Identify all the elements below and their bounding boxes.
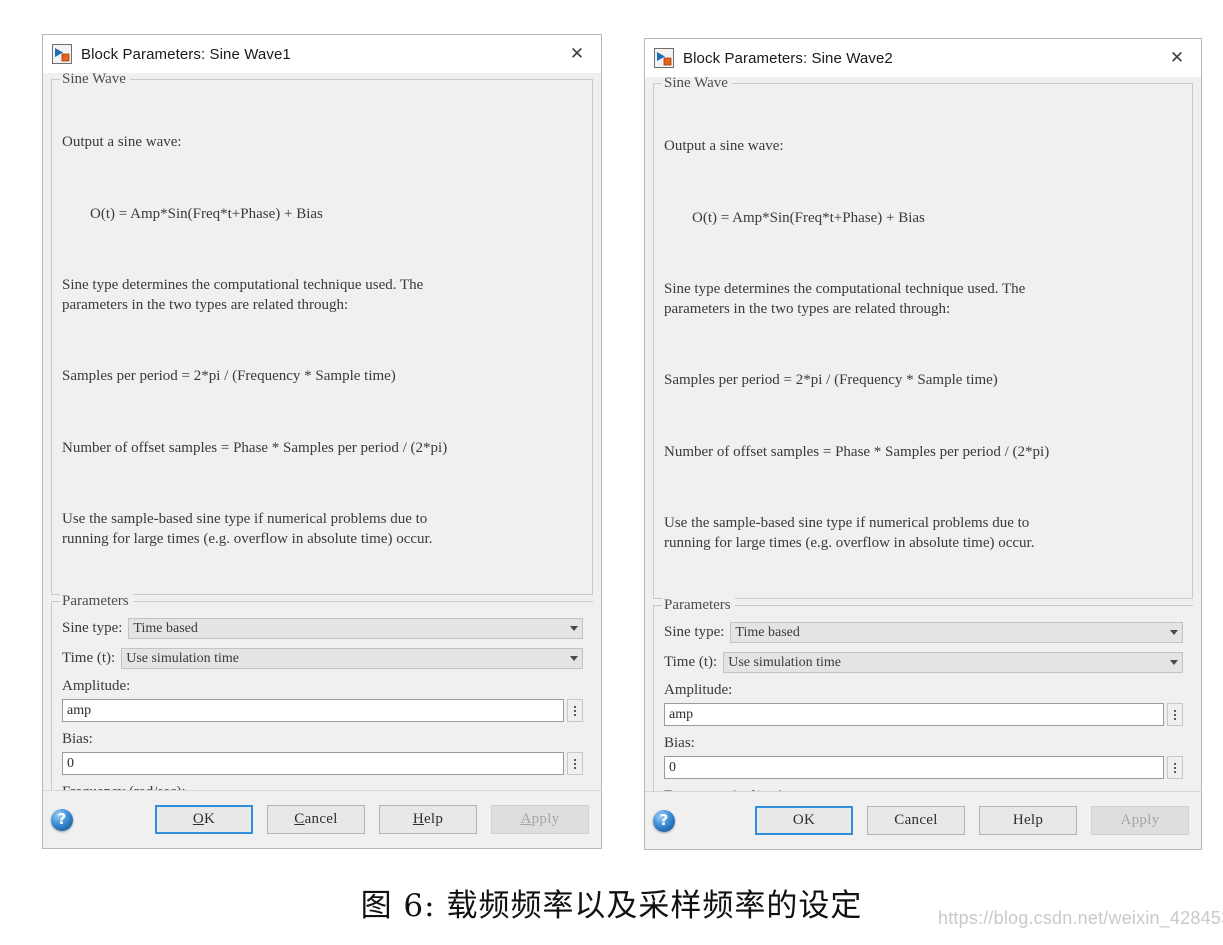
- time-t-value: Use simulation time: [126, 650, 239, 666]
- amplitude-label: Amplitude:: [664, 682, 733, 698]
- sine-type-label: Sine type:: [62, 620, 123, 636]
- amplitude-row: amp: [664, 703, 1183, 726]
- ok-button[interactable]: OK: [755, 806, 853, 835]
- help-question-icon[interactable]: ?: [653, 809, 675, 832]
- sine-wave-description-group: Sine Wave Output a sine wave: O(t) = Amp…: [51, 73, 593, 595]
- bias-stepper-icon[interactable]: [567, 752, 583, 775]
- dialog-title: Block Parameters: Sine Wave1: [81, 45, 291, 63]
- dialog-footer: ? OK Cancel Help Apply: [43, 790, 601, 848]
- bias-input[interactable]: 0: [664, 756, 1164, 779]
- desc-line-3: Sine type determines the computational t…: [62, 277, 424, 313]
- cancel-button[interactable]: Cancel: [267, 805, 365, 834]
- description-content: Output a sine wave: O(t) = Amp*Sin(Freq*…: [654, 84, 1192, 594]
- apply-mnemonic: A: [520, 811, 532, 827]
- sine-type-value: Time based: [735, 624, 800, 640]
- sine-type-value: Time based: [133, 620, 198, 636]
- description-group-title: Sine Wave: [662, 77, 732, 92]
- cancel-mnemonic: C: [294, 811, 305, 827]
- footer-buttons: OK Cancel Help Apply: [675, 806, 1191, 835]
- watermark-text: https://blog.csdn.net/weixin_42845306: [938, 908, 1223, 928]
- desc-line-6: Use the sample-based sine type if numeri…: [62, 511, 433, 547]
- bias-row: 0: [62, 752, 583, 775]
- dialog-title: Block Parameters: Sine Wave2: [683, 49, 893, 67]
- ok-mnemonic: O: [192, 811, 204, 827]
- desc-line-5: Number of offset samples = Phase * Sampl…: [62, 439, 448, 456]
- desc-line-2: O(t) = Amp*Sin(Freq*t+Phase) + Bias: [692, 209, 925, 226]
- parameters-group: Parameters Sine type: Time based Time (t…: [51, 593, 593, 790]
- apply-button: Apply: [491, 805, 589, 834]
- time-t-label: Time (t):: [664, 654, 718, 670]
- desc-line-4: Samples per period = 2*pi / (Frequency *…: [62, 368, 396, 384]
- amplitude-label: Amplitude:: [62, 678, 131, 694]
- amplitude-input[interactable]: amp: [62, 699, 564, 722]
- simulink-block-icon: [654, 48, 674, 68]
- help-mnemonic: H: [412, 811, 424, 827]
- amplitude-stepper-icon[interactable]: [567, 699, 583, 722]
- description-group-title: Sine Wave: [60, 73, 130, 88]
- desc-line-2: O(t) = Amp*Sin(Freq*t+Phase) + Bias: [90, 205, 323, 222]
- dialog-titlebar[interactable]: Block Parameters: Sine Wave2 ✕: [645, 39, 1201, 77]
- time-t-value: Use simulation time: [728, 654, 841, 670]
- time-t-label: Time (t):: [62, 650, 116, 666]
- description-text: Output a sine wave: O(t) = Amp*Sin(Freq*…: [664, 98, 1182, 592]
- sine-wave-description-group: Sine Wave Output a sine wave: O(t) = Amp…: [653, 77, 1193, 599]
- parameters-content: Sine type: Time based Time (t): Use simu…: [52, 602, 593, 790]
- desc-line-1: Output a sine wave:: [664, 138, 784, 154]
- sine-type-row: Sine type: Time based: [664, 622, 1183, 643]
- amplitude-row: amp: [62, 699, 583, 722]
- desc-line-6: Use the sample-based sine type if numeri…: [664, 515, 1035, 551]
- amplitude-input[interactable]: amp: [664, 703, 1164, 726]
- apply-button: Apply: [1091, 806, 1189, 835]
- parameters-group-title: Parameters: [60, 593, 133, 610]
- simulink-block-icon: [52, 44, 72, 64]
- sine-type-select[interactable]: Time based: [730, 622, 1183, 643]
- frequency-label: Frequency (rad/sec):: [62, 784, 583, 790]
- close-icon[interactable]: ✕: [1157, 41, 1197, 75]
- help-button[interactable]: Help: [379, 805, 477, 834]
- ok-button[interactable]: OK: [155, 805, 253, 834]
- bias-label: Bias:: [62, 731, 93, 747]
- time-t-select[interactable]: Use simulation time: [723, 652, 1183, 673]
- time-t-row: Time (t): Use simulation time: [62, 648, 583, 669]
- close-icon[interactable]: ✕: [557, 37, 597, 71]
- amplitude-stepper-icon[interactable]: [1167, 703, 1183, 726]
- time-t-select[interactable]: Use simulation time: [121, 648, 583, 669]
- bias-label: Bias:: [664, 735, 695, 751]
- time-t-row: Time (t): Use simulation time: [664, 652, 1183, 673]
- footer-buttons: OK Cancel Help Apply: [73, 805, 591, 834]
- description-content: Output a sine wave: O(t) = Amp*Sin(Freq*…: [52, 80, 592, 590]
- chevron-down-icon: [570, 626, 578, 631]
- dialog-footer: ? OK Cancel Help Apply: [645, 791, 1201, 849]
- bias-stepper-icon[interactable]: [1167, 756, 1183, 779]
- help-button[interactable]: Help: [979, 806, 1077, 835]
- frequency-label: Frequency (rad/sec):: [664, 788, 1183, 791]
- sine-type-label: Sine type:: [664, 624, 725, 640]
- block-parameters-dialog-sine-wave2[interactable]: Block Parameters: Sine Wave2 ✕ Sine Wave…: [644, 38, 1202, 850]
- chevron-down-icon: [570, 656, 578, 661]
- chevron-down-icon: [1170, 630, 1178, 635]
- sine-type-select[interactable]: Time based: [128, 618, 583, 639]
- desc-line-1: Output a sine wave:: [62, 134, 182, 150]
- sine-type-row: Sine type: Time based: [62, 618, 583, 639]
- chevron-down-icon: [1170, 660, 1178, 665]
- parameters-group-title: Parameters: [662, 597, 735, 614]
- block-parameters-dialog-sine-wave1[interactable]: Block Parameters: Sine Wave1 ✕ Sine Wave…: [42, 34, 602, 849]
- help-question-icon[interactable]: ?: [51, 808, 73, 831]
- desc-line-3: Sine type determines the computational t…: [664, 281, 1026, 317]
- bias-row: 0: [664, 756, 1183, 779]
- desc-line-4: Samples per period = 2*pi / (Frequency *…: [664, 372, 998, 388]
- desc-line-5: Number of offset samples = Phase * Sampl…: [664, 443, 1050, 460]
- parameters-content: Sine type: Time based Time (t): Use simu…: [654, 606, 1193, 791]
- dialog-titlebar[interactable]: Block Parameters: Sine Wave1 ✕: [43, 35, 601, 73]
- parameters-group: Parameters Sine type: Time based Time (t…: [653, 597, 1193, 791]
- bias-input[interactable]: 0: [62, 752, 564, 775]
- dialog-body: Sine Wave Output a sine wave: O(t) = Amp…: [43, 73, 601, 790]
- cancel-button[interactable]: Cancel: [867, 806, 965, 835]
- description-text: Output a sine wave: O(t) = Amp*Sin(Freq*…: [62, 94, 582, 588]
- dialog-body: Sine Wave Output a sine wave: O(t) = Amp…: [645, 77, 1201, 791]
